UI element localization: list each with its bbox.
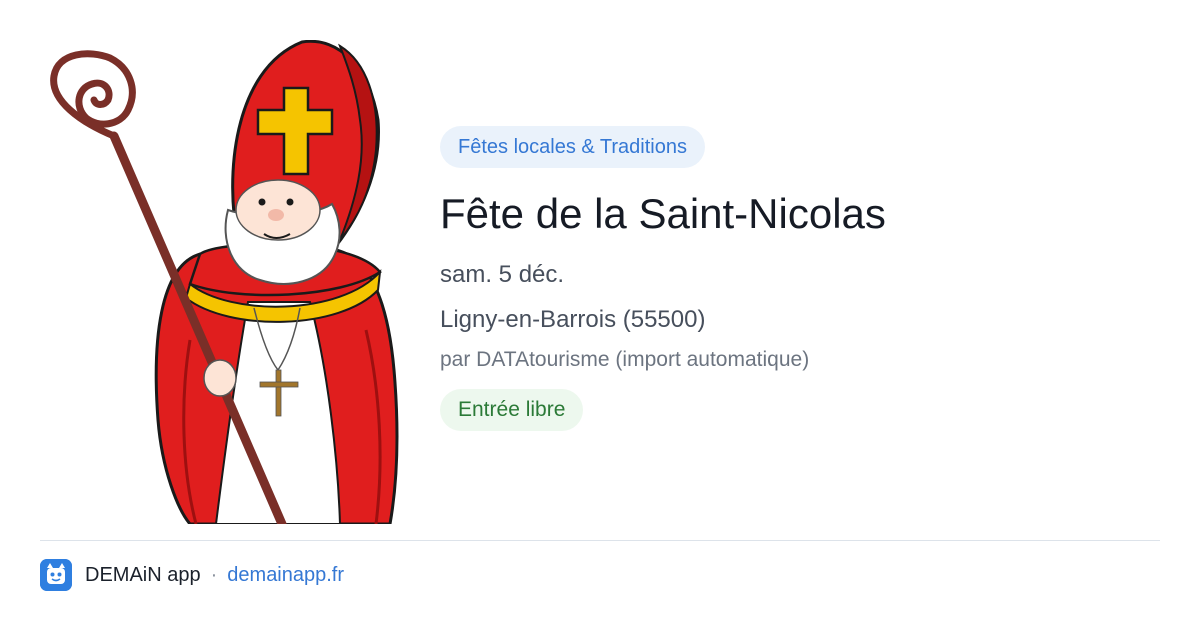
price-badge: Entrée libre <box>440 389 584 431</box>
footer: DEMAiN app · demainapp.fr <box>40 558 344 592</box>
event-title: Fête de la Saint-Nicolas <box>440 190 886 237</box>
saint-nicolas-image <box>40 40 400 524</box>
separator: · <box>210 563 218 586</box>
category-tag[interactable]: Fêtes locales & Traditions <box>440 126 705 168</box>
event-share-card: Fêtes locales & Traditions Fête de la Sa… <box>0 0 1200 630</box>
app-website-link[interactable]: demainapp.fr <box>227 564 344 587</box>
demain-app-logo-icon <box>40 559 72 591</box>
divider <box>40 540 1160 541</box>
event-info: Fêtes locales & Traditions Fête de la Sa… <box>440 126 1160 431</box>
event-source: par DATAtourisme (import automatique) <box>440 348 810 371</box>
event-location: Ligny-en-Barrois (55500) <box>440 306 706 333</box>
event-date: sam. 5 déc. <box>440 261 565 288</box>
app-name: DEMAiN app <box>85 563 201 586</box>
